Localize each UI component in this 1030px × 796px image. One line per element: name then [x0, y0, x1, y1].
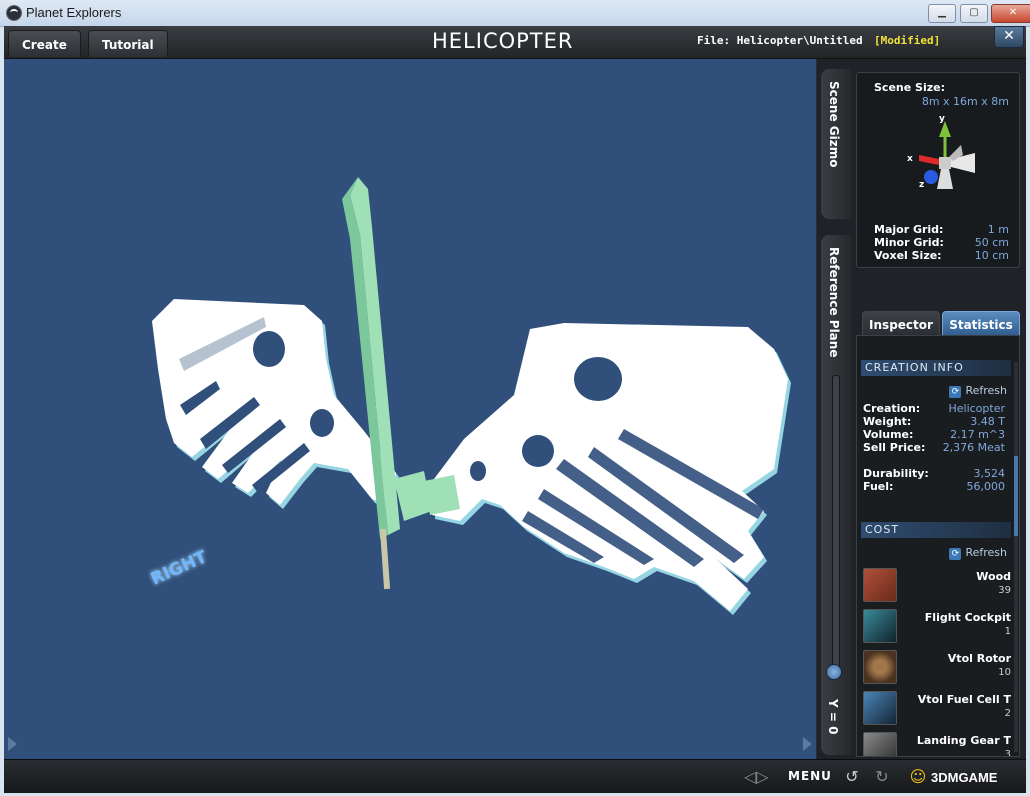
cost-item-vtol-fuel-cell: Vtol Fuel Cell T 2 [863, 691, 1011, 727]
cost-item-name: Flight Cockpit [924, 611, 1011, 624]
cost-item-flight-cockpit: Flight Cockpit 1 [863, 609, 1011, 645]
tab-statistics[interactable]: Statistics [942, 311, 1020, 337]
tab-scene-gizmo-label: Scene Gizmo [827, 81, 841, 168]
tab-scene-gizmo[interactable]: Scene Gizmo [821, 69, 851, 219]
stat-volume-value: 2.17 m^3 [950, 428, 1005, 441]
cost-item-name: Vtol Rotor [947, 652, 1011, 665]
view-icon[interactable]: ◁▷ [744, 767, 769, 787]
minor-grid-value: 50 cm [974, 236, 1009, 249]
cost-item-qty: 1 [1004, 626, 1011, 637]
stat-weight-value: 3.48 T [970, 415, 1005, 428]
scene-size-label: Scene Size: [874, 81, 945, 94]
voxel-size-value: 10 cm [974, 249, 1009, 262]
cost-item-name: Wood [976, 570, 1011, 583]
smiley-icon: ☺ [909, 767, 927, 786]
app-root: Create Tutorial HELICOPTER File: Helicop… [4, 26, 1026, 793]
refresh-icon: ⟳ [949, 386, 962, 398]
panel-close-button[interactable]: ✕ [994, 26, 1024, 48]
minimize-button[interactable]: ▁ [928, 4, 956, 23]
right-rotor-wing [432, 323, 791, 615]
cost-item-vtol-rotor: Vtol Rotor 10 [863, 650, 1011, 686]
tab-create[interactable]: Create [8, 30, 81, 57]
file-path: File: Helicopter\Untitled [697, 34, 863, 47]
stat-sell-price-value: 2,376 Meat [942, 441, 1005, 454]
reference-plane-slider[interactable] [832, 375, 840, 677]
rotor-icon [863, 650, 897, 684]
top-toolbar: Create Tutorial HELICOPTER File: Helicop… [4, 26, 1026, 59]
creation-refresh-button[interactable]: ⟳ Refresh [949, 384, 1007, 398]
refresh-icon: ⟳ [949, 548, 962, 560]
viewport-nav-left-icon[interactable] [8, 737, 17, 751]
statistics-scrollbar[interactable] [1014, 362, 1018, 752]
app-logo-icon [6, 5, 22, 21]
3d-viewport[interactable]: RIGHT RIGHT [4, 59, 816, 759]
stat-volume-key: Volume: [863, 428, 914, 441]
redo-icon[interactable]: ↻ [872, 767, 892, 787]
maximize-button[interactable]: ▢ [960, 4, 988, 23]
wood-icon [863, 568, 897, 602]
right-sidebar: Scene Gizmo Reference Plane Y = 0 Scene … [817, 59, 1026, 759]
statistics-panel: CREATION INFO ⟳ Refresh Creation: Helicop… [856, 335, 1020, 757]
stat-weight-key: Weight: [863, 415, 912, 428]
scene-size-value: 8m x 16m x 8m [921, 95, 1009, 108]
viewport-nav-right-icon[interactable] [803, 737, 812, 751]
voxel-size-label: Voxel Size: [874, 249, 942, 262]
cost-refresh-button[interactable]: ⟳ Refresh [949, 546, 1007, 560]
cost-item-qty: 3 [1004, 749, 1011, 757]
landing-gear-icon [863, 732, 897, 756]
modified-badge: [Modified] [874, 34, 941, 47]
cost-item-qty: 10 [998, 667, 1011, 678]
bottom-bar: ◁▷ MENU ↺ ↻ ☺ 3DMGAME [4, 759, 1026, 793]
axis-x-label: x [907, 154, 913, 164]
scene-gizmo-panel: Scene Size: 8m x 16m x 8m y x z Major Gr… [856, 72, 1020, 268]
stat-creation-key: Creation: [863, 402, 921, 415]
major-grid-value: 1 m [987, 223, 1009, 236]
minor-grid-label: Minor Grid: [874, 236, 944, 249]
cost-item-landing-gear: Landing Gear T 3 [863, 732, 1011, 757]
stat-fuel-value: 56,000 [966, 480, 1006, 493]
stat-durability-key: Durability: [863, 467, 929, 480]
page-title: HELICOPTER [432, 29, 574, 53]
window-title: Planet Explorers [26, 5, 122, 20]
cost-item-qty: 2 [1004, 708, 1011, 719]
tab-reference-plane-label: Reference Plane [827, 247, 841, 358]
cost-refresh-label: Refresh [965, 546, 1007, 559]
watermark: 3DMGAME [931, 770, 998, 785]
stat-sell-price-key: Sell Price: [863, 441, 926, 454]
y-value-label: Y = 0 [826, 699, 840, 735]
menu-button[interactable]: MENU [788, 769, 832, 783]
cost-item-wood: Wood 39 [863, 568, 1011, 604]
axis-z-label: z [919, 180, 924, 190]
tab-inspector[interactable]: Inspector [862, 311, 940, 337]
helicopter-model: RIGHT RIGHT [148, 177, 791, 615]
rotor-mast [342, 177, 460, 590]
major-grid-label: Major Grid: [874, 223, 944, 236]
fuel-cell-icon [863, 691, 897, 725]
statistics-scrollbar-thumb[interactable] [1014, 456, 1018, 536]
axis-y-label: y [939, 114, 945, 124]
close-button[interactable]: ✕ [991, 4, 1030, 23]
cost-heading: COST [861, 522, 1011, 538]
reference-plane-slider-handle[interactable] [826, 664, 842, 680]
cockpit-icon [863, 609, 897, 643]
axis-gizmo[interactable]: y x z [857, 109, 1019, 209]
window-titlebar: Planet Explorers ▁ ▢ ✕ [0, 0, 1030, 27]
stat-fuel-key: Fuel: [863, 480, 894, 493]
creation-refresh-label: Refresh [965, 384, 1007, 397]
cost-item-name: Vtol Fuel Cell T [917, 693, 1011, 706]
cost-item-qty: 39 [998, 585, 1011, 596]
stat-durability-value: 3,524 [973, 467, 1006, 480]
orientation-label: RIGHT [148, 547, 211, 590]
creation-info-heading: CREATION INFO [861, 360, 1011, 376]
undo-icon[interactable]: ↺ [842, 767, 862, 787]
stat-creation-value: Helicopter [948, 402, 1005, 415]
tab-tutorial[interactable]: Tutorial [88, 30, 168, 57]
cost-item-name: Landing Gear T [916, 734, 1011, 747]
